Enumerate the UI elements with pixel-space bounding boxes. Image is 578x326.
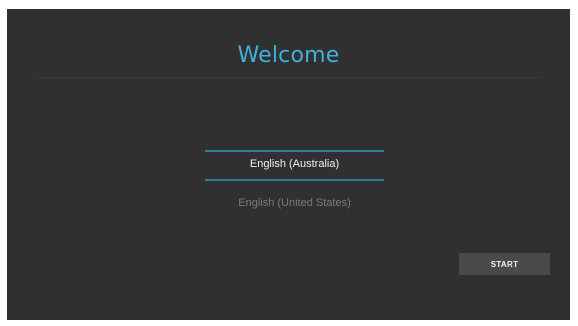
picker-bottom-divider (205, 179, 384, 181)
start-button[interactable]: START (459, 253, 550, 275)
setup-screen: Welcome English (Australia) English (Uni… (7, 9, 570, 320)
language-picker[interactable]: English (Australia) English (United Stat… (205, 149, 384, 269)
picker-top-divider (205, 150, 384, 152)
language-option[interactable]: English (United States) (205, 197, 384, 209)
title-divider (37, 77, 540, 78)
welcome-title: Welcome (237, 43, 340, 68)
selected-language[interactable]: English (Australia) (205, 158, 384, 170)
